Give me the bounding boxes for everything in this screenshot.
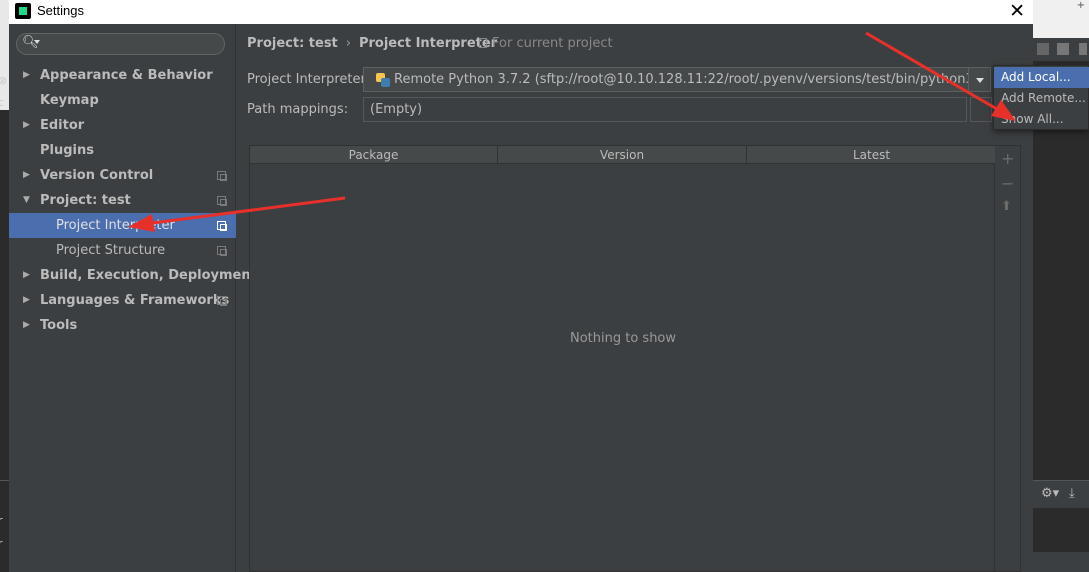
column-header-version[interactable]: Version <box>498 146 747 164</box>
remove-package-icon[interactable]: − <box>1001 174 1014 193</box>
column-header-latest[interactable]: Latest <box>747 146 996 164</box>
document-icon <box>479 38 487 48</box>
search-box[interactable]: 🔍︎ <box>16 33 225 55</box>
sidebar-item-label: Build, Execution, Deployment <box>40 268 257 283</box>
interpreter-dropdown-button[interactable] <box>968 68 990 91</box>
background-glyph: + <box>1076 0 1085 11</box>
project-scope-icon <box>217 221 227 231</box>
background-glyph: r <box>0 537 3 550</box>
sidebar-item-editor[interactable]: ▶ Editor <box>9 113 236 138</box>
project-scope-icon <box>217 296 227 306</box>
sidebar-item-label: Plugins <box>40 143 94 158</box>
background-toolbar-icon <box>1037 43 1049 55</box>
collapsed-arrow-icon[interactable]: ▶ <box>23 288 30 313</box>
sidebar-item-label: Tools <box>40 318 78 333</box>
background-toolbar-icon <box>1079 43 1087 55</box>
sidebar-item-appearance-behavior[interactable]: ▶ Appearance & Behavior <box>9 63 236 88</box>
background-glyph: r <box>0 514 3 527</box>
window-title: Settings <box>37 3 84 18</box>
background-toolbar-icon <box>1057 43 1069 55</box>
sidebar-item-label: Version Control <box>40 168 154 183</box>
settings-sidebar: 🔍︎ ▶ Appearance & Behavior Keymap ▶ Editor Pl… <box>9 24 257 572</box>
main-panel: Project: test › Project Interpreter For cu… <box>237 24 1033 572</box>
settings-dialog: Settings ✕ 🔍︎ ▶ Appearance & Behavior Keym… <box>9 0 1033 572</box>
background-titlebar: + <box>1033 0 1089 38</box>
path-mappings-field[interactable]: (Empty) <box>363 97 967 122</box>
sidebar-item-languages-frameworks[interactable]: ▶ Languages & Frameworks <box>9 288 236 313</box>
breadcrumb: Project: test › Project Interpreter <box>247 36 497 51</box>
path-mappings-value: (Empty) <box>370 102 423 117</box>
background-panel <box>1033 552 1089 572</box>
package-tools: + − ⬆ <box>995 145 1021 572</box>
menu-item-add-local[interactable]: Add Local... <box>994 67 1089 88</box>
add-package-icon[interactable]: + <box>1001 149 1014 168</box>
menu-item-add-remote[interactable]: Add Remote... <box>994 88 1089 109</box>
for-current-project-label: For current project <box>492 36 613 51</box>
sidebar-item-label: Project: test <box>40 193 131 208</box>
package-table: Package Version Latest Nothing to show <box>249 145 996 572</box>
column-header-package[interactable]: Package <box>250 146 498 164</box>
sidebar-item-label: Editor <box>40 118 85 133</box>
search-input[interactable] <box>45 36 215 52</box>
sidebar-item-project-structure[interactable]: Project Structure <box>9 238 236 263</box>
collapsed-arrow-icon[interactable]: ▶ <box>23 313 30 338</box>
collapsed-arrow-icon[interactable]: ▶ <box>23 163 30 188</box>
background-panel-toolbar: ⚙▾ ⤓ <box>1033 480 1089 508</box>
sidebar-item-label: Appearance & Behavior <box>40 68 213 83</box>
background-glyph: c <box>0 96 5 109</box>
background-toolbar <box>1033 38 1089 62</box>
collapsed-arrow-icon[interactable]: ▶ <box>23 113 30 138</box>
project-scope-icon <box>217 196 227 206</box>
title-bar: Settings ✕ <box>9 0 1033 24</box>
project-scope-icon <box>217 171 227 181</box>
background-panel <box>1033 508 1089 552</box>
interpreter-label: Project Interpreter: <box>247 72 371 87</box>
background-glyph: ⊗ <box>0 74 8 87</box>
sidebar-item-version-control[interactable]: ▶ Version Control <box>9 163 236 188</box>
project-scope-icon <box>217 246 227 256</box>
empty-table-message: Nothing to show <box>569 331 677 346</box>
path-mappings-browse-button[interactable] <box>970 97 992 122</box>
expanded-arrow-icon[interactable]: ▼ <box>23 188 30 213</box>
package-table-header: Package Version Latest <box>250 146 996 164</box>
sidebar-item-keymap[interactable]: Keymap <box>9 88 236 113</box>
python-icon <box>376 73 390 87</box>
sidebar-item-label: Project Interpreter <box>56 218 175 233</box>
breadcrumb-separator: › <box>345 36 351 51</box>
sidebar-item-build-execution-deployment[interactable]: ▶ Build, Execution, Deployment <box>9 263 257 288</box>
path-mappings-label: Path mappings: <box>247 102 349 117</box>
gear-icon: ⚙▾ <box>1041 486 1060 501</box>
breadcrumb-current: Project Interpreter <box>358 36 498 51</box>
close-button[interactable]: ✕ <box>1009 0 1025 22</box>
for-current-project-hint: For current project <box>479 36 613 51</box>
interpreter-value: Remote Python 3.7.2 (sftp://root@10.10.1… <box>394 72 992 87</box>
menu-item-show-all[interactable]: Show All... <box>994 109 1089 130</box>
upgrade-package-icon[interactable]: ⬆ <box>1001 199 1012 214</box>
sidebar-item-label: Project Structure <box>56 243 166 258</box>
breadcrumb-project[interactable]: Project: test <box>247 36 338 51</box>
collapsed-arrow-icon[interactable]: ▶ <box>23 263 30 288</box>
sidebar-item-project-test[interactable]: ▼ Project: test <box>9 188 236 213</box>
background-ide-left: ⊗ c r r <box>0 0 9 572</box>
download-icon: ⤓ <box>1069 486 1075 501</box>
pycharm-logo-icon <box>15 3 31 19</box>
sidebar-item-plugins[interactable]: Plugins <box>9 138 236 163</box>
background-strip <box>0 0 9 110</box>
sidebar-item-tools[interactable]: ▶ Tools <box>9 313 236 338</box>
chevron-down-icon <box>34 40 40 44</box>
sidebar-item-project-interpreter[interactable]: Project Interpreter <box>9 213 236 238</box>
sidebar-item-label: Languages & Frameworks <box>40 293 230 308</box>
collapsed-arrow-icon[interactable]: ▶ <box>23 63 30 88</box>
sidebar-item-label: Keymap <box>40 93 99 108</box>
interpreter-select[interactable]: Remote Python 3.7.2 (sftp://root@10.10.1… <box>363 67 991 92</box>
interpreter-gear-menu: Add Local... Add Remote... Show All... <box>993 65 1089 130</box>
